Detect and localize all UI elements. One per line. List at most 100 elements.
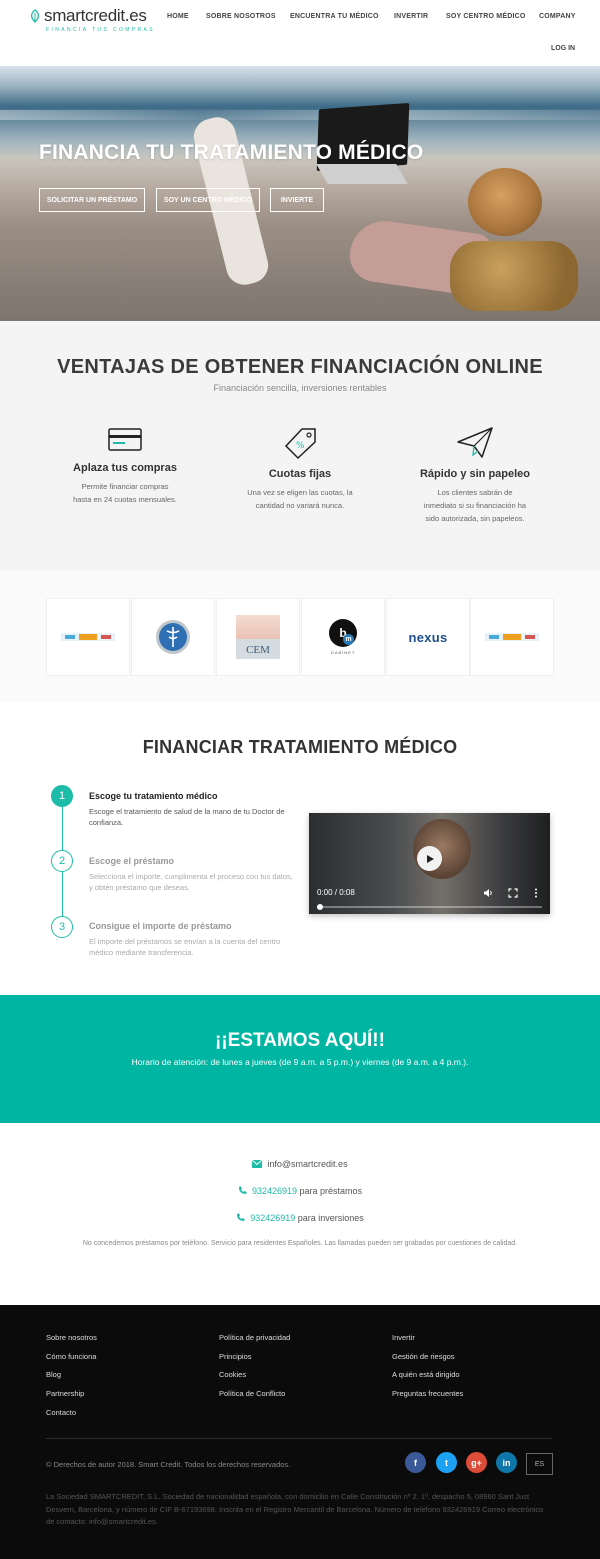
login-link[interactable]: LOG IN (551, 45, 575, 52)
step-2: Escoge el préstamo Selecciona el importe… (89, 856, 294, 893)
partner-logo-aistic[interactable] (46, 598, 130, 676)
partner-logo-nexus[interactable]: nexus (386, 598, 470, 676)
play-button[interactable] (417, 846, 442, 871)
phone-icon (237, 1213, 245, 1221)
play-icon (426, 854, 434, 863)
gabinet-logo: bm GABINET (329, 619, 357, 655)
volume-icon[interactable] (483, 888, 493, 898)
contact-section: info@smartcredit.es 932426919 para prést… (0, 1123, 600, 1305)
step-1: Escoge tu tratamiento médico Escoge el t… (89, 791, 294, 828)
ventajas-section: VENTAJAS DE OBTENER FINANCIACIÓN ONLINE … (0, 321, 600, 571)
aistic-logo-icon (485, 633, 539, 641)
footer-link-preguntas[interactable]: Preguntas frecuentes (392, 1389, 463, 1408)
video-player[interactable]: 0:00 / 0:08 (309, 813, 550, 914)
video-progress-handle[interactable] (317, 904, 323, 910)
hero-banner: FINANCIA TU TRATAMIENTO MÉDICO SOLICITAR… (0, 66, 600, 321)
nav-item-invertir[interactable]: INVERTIR (394, 13, 428, 20)
fullscreen-icon[interactable] (508, 888, 518, 898)
hero-laptop-keyboard (316, 164, 408, 184)
step-number-1: 1 (51, 785, 73, 807)
estamos-aqui-title: ¡¡ESTAMOS AQUÍ!! (215, 1030, 385, 1051)
linkedin-icon[interactable]: in (496, 1452, 517, 1473)
nav-item-encuentra-tu-medico[interactable]: ENCUENTRA TU MÉDICO (290, 13, 379, 20)
feature-title: Cuotas fijas (268, 468, 332, 480)
feature-rapido: Rápido y sin papeleo Los clientes sabrán… (400, 426, 550, 525)
phone-icon (238, 1186, 247, 1194)
footer-link-partnership[interactable]: Partnership (46, 1389, 97, 1408)
cem-logo-image: CEM (236, 615, 280, 659)
site-footer: Sobre nosotros Cómo funciona Blog Partne… (0, 1305, 600, 1559)
invierte-button[interactable]: INVIERTE (270, 188, 324, 212)
footer-link-blog[interactable]: Blog (46, 1370, 97, 1389)
feature-text: Permite financiar compras hasta en 24 cu… (73, 482, 177, 504)
feature-aplaza: Aplaza tus compras Permite financiar com… (50, 426, 200, 506)
site-header: smartcredit.es FINANCIA TUS COMPRAS HOME… (0, 0, 600, 66)
contact-phone-inversiones: 932426919 para inversiones (0, 1213, 600, 1223)
partner-logo-cem[interactable]: CEM (216, 598, 300, 676)
footer-link-principios[interactable]: Principios (219, 1352, 290, 1371)
phone-inversiones-suffix: para inversiones (297, 1213, 364, 1223)
brand-tagline: FINANCIA TUS COMPRAS (46, 27, 156, 33)
footer-link-a-quien[interactable]: A quién está dirigido (392, 1370, 463, 1389)
google-plus-icon[interactable]: g+ (466, 1452, 487, 1473)
contact-email[interactable]: info@smartcredit.es (267, 1159, 347, 1169)
step-3: Consigue el importe de préstamo El impor… (89, 921, 294, 958)
ventajas-title: VENTAJAS DE OBTENER FINANCIACIÓN ONLINE (57, 356, 543, 378)
facebook-icon[interactable]: f (405, 1452, 426, 1473)
nav-item-sobre-nosotros[interactable]: SOBRE NOSOTROS (206, 13, 276, 20)
footer-link-contacto[interactable]: Contacto (46, 1408, 97, 1427)
gabinet-logo-caption: GABINET (330, 650, 356, 655)
footer-link-riesgos[interactable]: Gestión de riesgos (392, 1352, 463, 1371)
contact-email-line: info@smartcredit.es (0, 1159, 600, 1169)
partner-logos: CEM bm GABINET nexus (0, 571, 600, 702)
language-selector[interactable]: ES (526, 1453, 553, 1475)
solicitar-prestamo-button[interactable]: SOLICITAR UN PRÉSTAMO (39, 188, 145, 212)
step-text: Selecciona el importe, cumplimenta el pr… (89, 872, 293, 892)
phone-prestamos[interactable]: 932426919 (252, 1186, 297, 1196)
step-text: Escoge el tratamiento de salud de la man… (89, 807, 285, 827)
aistic-logo-icon (61, 633, 115, 641)
financiar-section: FINANCIAR TRATAMIENTO MÉDICO 1 2 3 Escog… (0, 702, 600, 987)
step-title: Consigue el importe de préstamo (89, 921, 232, 931)
twitter-icon[interactable]: t (436, 1452, 457, 1473)
feature-text: Los clientes sabrán de inmediato si su f… (423, 488, 527, 523)
phone-inversiones[interactable]: 932426919 (250, 1213, 295, 1223)
nav-item-home[interactable]: HOME (167, 13, 189, 20)
contact-phone-prestamos: 932426919 para préstamos (0, 1186, 600, 1196)
nav-item-soy-centro-medico[interactable]: SOY CENTRO MÉDICO (446, 13, 526, 20)
step-title: Escoge tu tratamiento médico (89, 791, 218, 801)
partner-logo-medical[interactable] (131, 598, 215, 676)
soy-centro-medico-button[interactable]: SOY UN CENTRO MÉDICO (156, 188, 260, 212)
footer-link-invertir[interactable]: Invertir (392, 1333, 463, 1352)
hero-straw-hat (468, 168, 542, 236)
envelope-icon (252, 1159, 263, 1168)
footer-link-conflicto[interactable]: Política de Conflicto (219, 1389, 290, 1408)
feature-title: Aplaza tus compras (73, 462, 177, 474)
nav-item-company[interactable]: COMPANY (539, 13, 576, 20)
paper-plane-icon (457, 427, 493, 458)
step-title: Escoge el préstamo (89, 856, 175, 866)
partner-logo-gabinet[interactable]: bm GABINET (301, 598, 385, 676)
footer-link-sobre-nosotros[interactable]: Sobre nosotros (46, 1333, 97, 1352)
hero-title: FINANCIA TU TRATAMIENTO MÉDICO (39, 141, 424, 164)
footer-link-privacidad[interactable]: Política de privacidad (219, 1333, 290, 1352)
ventajas-subtitle: Financiación sencilla, inversiones renta… (213, 383, 387, 393)
estamos-aqui-banner: ¡¡ESTAMOS AQUÍ!! Horario de atención: de… (0, 995, 600, 1123)
step-number-3: 3 (51, 916, 73, 938)
svg-text:%: % (296, 441, 305, 451)
video-progress-bar[interactable] (317, 906, 542, 908)
footer-column-3: Invertir Gestión de riesgos A quién está… (392, 1333, 463, 1408)
step-number-2: 2 (51, 850, 73, 872)
nexus-logo-text: nexus (408, 629, 448, 645)
gabinet-logo-m: m (343, 634, 354, 645)
caduceus-logo-icon (156, 620, 190, 654)
phone-prestamos-suffix: para préstamos (299, 1186, 363, 1196)
financiar-title: FINANCIAR TRATAMIENTO MÉDICO (142, 737, 458, 757)
footer-column-1: Sobre nosotros Cómo funciona Blog Partne… (46, 1333, 97, 1426)
opening-hours: Horario de atención: de lunes a jueves (… (131, 1057, 469, 1067)
contact-note: No concedemos préstamos por teléfono. Se… (82, 1240, 518, 1247)
partner-logo-aistic-2[interactable] (470, 598, 554, 676)
more-options-icon[interactable] (534, 888, 538, 898)
footer-link-como-funciona[interactable]: Cómo funciona (46, 1352, 97, 1371)
footer-link-cookies[interactable]: Cookies (219, 1370, 290, 1389)
